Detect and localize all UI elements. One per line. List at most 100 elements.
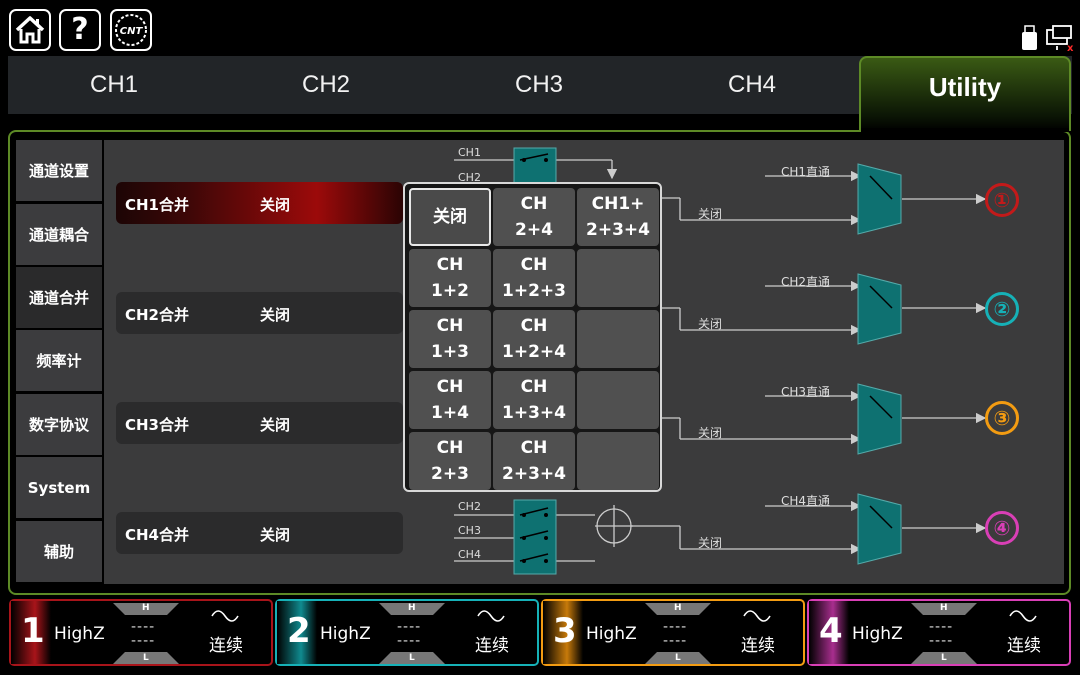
direct-ch3-label: CH3直通: [781, 385, 831, 399]
option-ch1-3[interactable]: CH 1+3: [409, 310, 491, 368]
output-4-badge: ④: [985, 511, 1019, 545]
diagram-in-ch4-b: CH4: [458, 548, 481, 561]
ch3-merge-value: 关闭: [260, 416, 291, 434]
option-ch1-2-4[interactable]: CH 1+2+4: [493, 310, 575, 368]
mux-ch4: [857, 493, 902, 565]
help-icon: ?: [71, 12, 89, 47]
option-empty-3: [577, 371, 659, 429]
channel-1-l: L: [143, 653, 149, 663]
channel-3-low-value: ----: [663, 633, 688, 649]
sine-wave-icon: [477, 610, 505, 622]
direct-ch1-label: CH1直通: [781, 165, 831, 179]
ch1-merge-row[interactable]: CH1合并 关闭: [116, 182, 403, 224]
ch1-merge-value: 关闭: [260, 196, 291, 214]
channel-4-low-value: ----: [929, 633, 954, 649]
channel-1-mode: 连续: [209, 636, 243, 656]
channel-1-status[interactable]: 1 HighZ H ---- ---- L 连续: [9, 599, 273, 666]
option-ch1-2-3[interactable]: CH 1+2+3: [493, 249, 575, 307]
off-ch1-label: 关闭: [698, 207, 723, 221]
sine-wave-icon: [211, 610, 239, 622]
help-button[interactable]: ?: [59, 9, 101, 51]
svg-text:x: x: [1067, 43, 1074, 52]
channel-2-l: L: [409, 653, 415, 663]
channel-4-status[interactable]: 4 HighZ H ---- ---- L 连续: [807, 599, 1071, 666]
mux-ch3: [857, 383, 902, 455]
option-off[interactable]: 关闭: [409, 188, 491, 246]
mux-ch1: [857, 163, 902, 235]
mux-ch2: [857, 273, 902, 345]
channel-3-impedance: HighZ: [586, 624, 637, 644]
option-empty-4: [577, 432, 659, 490]
output-1-badge: ①: [985, 183, 1019, 217]
merge-options-popup: 关闭 CH 2+4 CH1+ 2+3+4 CH 1+2 CH 1+2+3 CH 1+3 C…: [403, 182, 662, 492]
channel-4-h: H: [940, 603, 948, 613]
tab-ch3[interactable]: CH3: [433, 56, 645, 114]
cnt-logo-icon: CNT: [115, 14, 147, 46]
logo-button[interactable]: CNT: [110, 9, 152, 51]
option-ch2-4[interactable]: CH 2+4: [493, 188, 575, 246]
ch3-merge-label: CH3合并: [125, 416, 189, 434]
direct-ch4-label: CH4直通: [781, 494, 831, 508]
usb-icon: [1022, 25, 1037, 50]
option-ch2-3-4[interactable]: CH 2+3+4: [493, 432, 575, 490]
ch4-merge-label: CH4合并: [125, 526, 189, 544]
tab-utility[interactable]: Utility: [859, 56, 1071, 131]
ch2-merge-value: 关闭: [260, 306, 291, 324]
tab-ch2[interactable]: CH2: [220, 56, 432, 114]
tab-join: [861, 128, 1069, 132]
off-ch3-label: 关闭: [698, 426, 723, 440]
option-empty-2: [577, 310, 659, 368]
option-ch1-4[interactable]: CH 1+4: [409, 371, 491, 429]
sidebar-item-digital-protocol[interactable]: 数字协议: [16, 394, 102, 455]
home-icon: [15, 16, 45, 44]
channel-3-h: H: [674, 603, 682, 613]
sine-wave-icon: [1009, 610, 1037, 622]
ch2-merge-label: CH2合并: [125, 306, 189, 324]
sidebar-item-system[interactable]: System: [16, 457, 102, 518]
channel-3-number: 3: [553, 611, 577, 651]
off-ch4-label: 关闭: [698, 536, 723, 550]
option-ch1-2-3-4[interactable]: CH1+ 2+3+4: [577, 188, 659, 246]
channel-3-status[interactable]: 3 HighZ H ---- ---- L 连续: [541, 599, 805, 666]
ch4-merge-value: 关闭: [260, 526, 291, 544]
channel-2-low-value: ----: [397, 633, 422, 649]
channel-4-impedance: HighZ: [852, 624, 903, 644]
channel-2-impedance: HighZ: [320, 624, 371, 644]
sidebar-item-channel-settings[interactable]: 通道设置: [16, 140, 102, 201]
home-button[interactable]: [9, 9, 51, 51]
option-empty-1: [577, 249, 659, 307]
switch-block-bottom: [513, 499, 557, 575]
diagram-in-ch3-b: CH3: [458, 524, 481, 537]
channel-1-low-value: ----: [131, 633, 156, 649]
channel-2-status[interactable]: 2 HighZ H ---- ---- L 连续: [275, 599, 539, 666]
sidebar-item-channel-coupling[interactable]: 通道耦合: [16, 204, 102, 265]
channel-3-l: L: [675, 653, 681, 663]
ch1-merge-label: CH1合并: [125, 196, 189, 214]
ch3-merge-row[interactable]: CH3合并 关闭: [116, 402, 403, 444]
tab-ch4[interactable]: CH4: [646, 56, 858, 114]
channel-2-h: H: [408, 603, 416, 613]
off-ch2-label: 关闭: [698, 317, 723, 331]
option-ch2-3[interactable]: CH 2+3: [409, 432, 491, 490]
output-3-badge: ③: [985, 401, 1019, 435]
channel-3-mode: 连续: [741, 636, 775, 656]
channel-4-l: L: [941, 653, 947, 663]
sine-wave-icon: [743, 610, 771, 622]
option-ch1-3-4[interactable]: CH 1+3+4: [493, 371, 575, 429]
channel-2-mode: 连续: [475, 636, 509, 656]
diagram-in-ch1: CH1: [458, 146, 481, 159]
direct-ch2-label: CH2直通: [781, 275, 831, 289]
sidebar-item-channel-merge[interactable]: 通道合并: [16, 267, 102, 328]
tab-ch1[interactable]: CH1: [8, 56, 220, 114]
ch2-merge-row[interactable]: CH2合并 关闭: [116, 292, 403, 334]
channel-2-number: 2: [287, 611, 311, 651]
diagram-in-ch2-b: CH2: [458, 500, 481, 513]
sidebar-item-counter[interactable]: 频率计: [16, 330, 102, 391]
ch4-merge-row[interactable]: CH4合并 关闭: [116, 512, 403, 554]
channel-4-number: 4: [819, 611, 843, 651]
output-2-badge: ②: [985, 292, 1019, 326]
sidebar-item-aux[interactable]: 辅助: [16, 521, 102, 582]
channel-1-impedance: HighZ: [54, 624, 105, 644]
channel-4-mode: 连续: [1007, 636, 1041, 656]
option-ch1-2[interactable]: CH 1+2: [409, 249, 491, 307]
